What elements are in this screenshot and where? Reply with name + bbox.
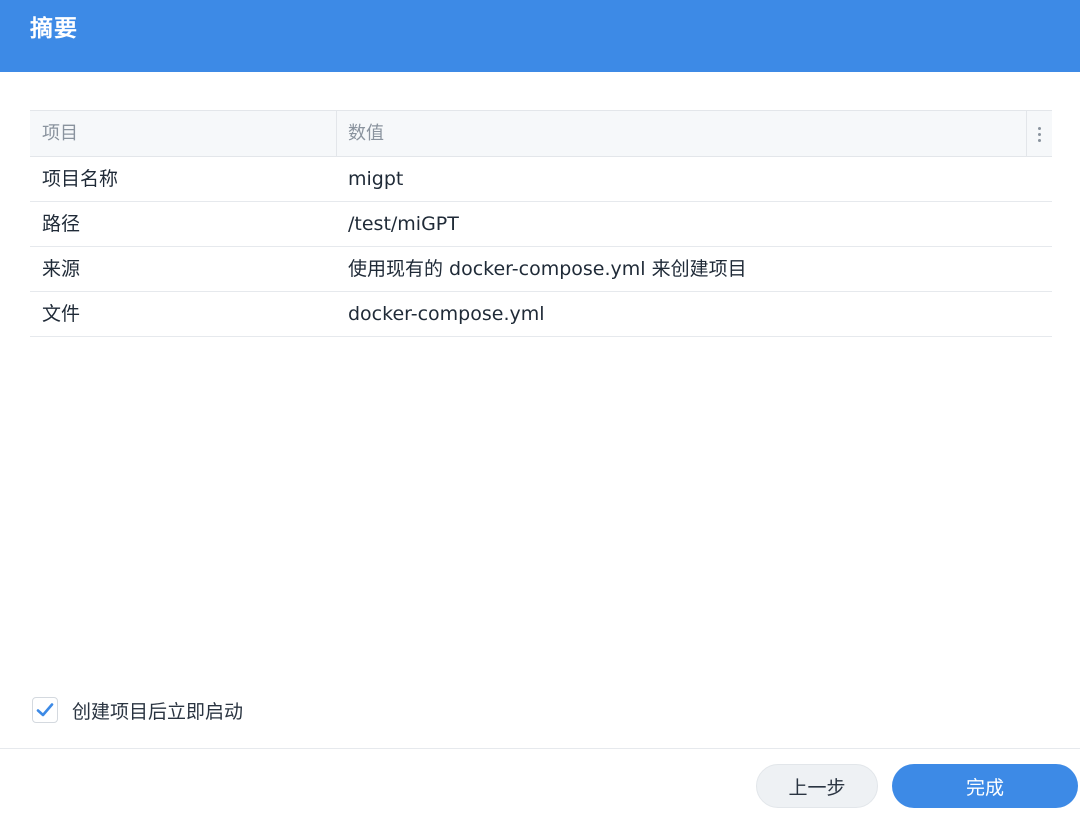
footer-divider bbox=[0, 748, 1080, 749]
table-row: 来源 使用现有的 docker-compose.yml 来创建项目 bbox=[30, 247, 1052, 292]
dialog-header: 摘要 bbox=[0, 0, 1080, 72]
row-value: docker-compose.yml bbox=[348, 303, 545, 325]
autostart-label[interactable]: 创建项目后立即启动 bbox=[72, 697, 243, 724]
table-row: 文件 docker-compose.yml bbox=[30, 292, 1052, 337]
checkmark-icon bbox=[36, 703, 54, 717]
table-header: 项目 数值 bbox=[30, 111, 1052, 157]
column-menu-icon[interactable] bbox=[1027, 111, 1052, 157]
column-header-value[interactable]: 数值 bbox=[348, 111, 384, 157]
row-value: migpt bbox=[348, 168, 404, 190]
row-label: 项目名称 bbox=[42, 168, 119, 190]
row-label: 文件 bbox=[42, 303, 81, 325]
row-value: 使用现有的 docker-compose.yml 来创建项目 bbox=[348, 258, 747, 280]
table-row: 项目名称 migpt bbox=[30, 157, 1052, 202]
autostart-checkbox[interactable] bbox=[32, 697, 58, 723]
dialog-title: 摘要 bbox=[30, 16, 78, 42]
row-value: /test/miGPT bbox=[348, 213, 459, 235]
column-divider[interactable] bbox=[336, 111, 337, 157]
summary-table: 项目 数值 项目名称 migpt 路径 /test/miGPT 来源 使用现有的… bbox=[30, 110, 1052, 337]
back-button[interactable]: 上一步 bbox=[756, 764, 878, 808]
row-label: 路径 bbox=[42, 213, 81, 235]
table-row: 路径 /test/miGPT bbox=[30, 202, 1052, 247]
finish-button[interactable]: 完成 bbox=[892, 764, 1078, 808]
row-label: 来源 bbox=[42, 258, 81, 280]
column-header-item[interactable]: 项目 bbox=[42, 111, 78, 157]
autostart-option[interactable]: 创建项目后立即启动 bbox=[32, 695, 243, 725]
